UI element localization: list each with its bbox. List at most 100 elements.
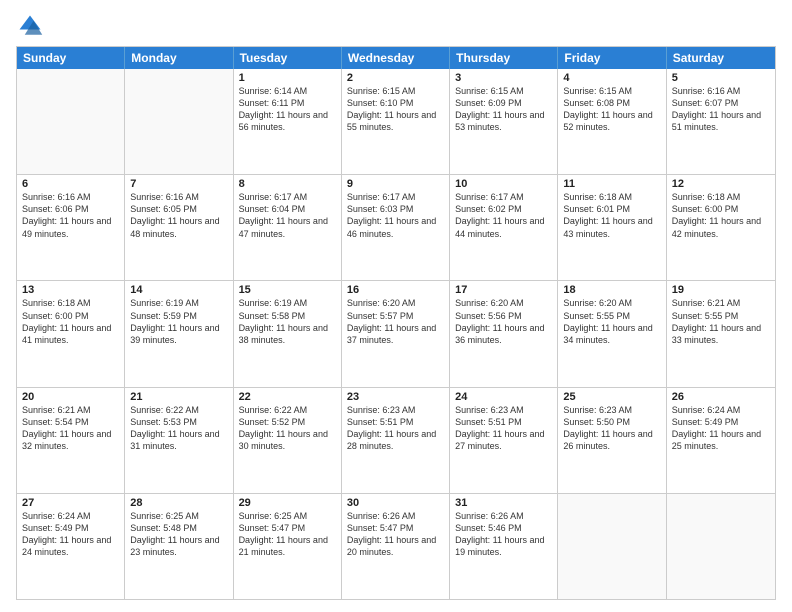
day-number: 26 [672,391,770,403]
cell-info: Sunrise: 6:23 AM Sunset: 5:51 PM Dayligh… [347,404,444,453]
calendar: SundayMondayTuesdayWednesdayThursdayFrid… [16,46,776,600]
cell-info: Sunrise: 6:24 AM Sunset: 5:49 PM Dayligh… [672,404,770,453]
cell-info: Sunrise: 6:25 AM Sunset: 5:48 PM Dayligh… [130,510,227,559]
day-number: 23 [347,391,444,403]
cell-info: Sunrise: 6:16 AM Sunset: 6:05 PM Dayligh… [130,191,227,240]
cell-info: Sunrise: 6:20 AM Sunset: 5:55 PM Dayligh… [563,297,660,346]
day-number: 30 [347,497,444,509]
cal-header-friday: Friday [558,47,666,69]
cal-header-thursday: Thursday [450,47,558,69]
page: SundayMondayTuesdayWednesdayThursdayFrid… [0,0,792,612]
day-number: 15 [239,284,336,296]
cell-info: Sunrise: 6:18 AM Sunset: 6:00 PM Dayligh… [672,191,770,240]
cal-cell: 19Sunrise: 6:21 AM Sunset: 5:55 PM Dayli… [667,281,775,386]
cal-cell: 8Sunrise: 6:17 AM Sunset: 6:04 PM Daylig… [234,175,342,280]
cal-cell: 10Sunrise: 6:17 AM Sunset: 6:02 PM Dayli… [450,175,558,280]
cell-info: Sunrise: 6:22 AM Sunset: 5:52 PM Dayligh… [239,404,336,453]
cell-info: Sunrise: 6:21 AM Sunset: 5:55 PM Dayligh… [672,297,770,346]
cal-cell: 7Sunrise: 6:16 AM Sunset: 6:05 PM Daylig… [125,175,233,280]
day-number: 10 [455,178,552,190]
cal-row-4: 20Sunrise: 6:21 AM Sunset: 5:54 PM Dayli… [17,387,775,493]
cal-cell: 18Sunrise: 6:20 AM Sunset: 5:55 PM Dayli… [558,281,666,386]
cal-header-tuesday: Tuesday [234,47,342,69]
cal-cell: 26Sunrise: 6:24 AM Sunset: 5:49 PM Dayli… [667,388,775,493]
cal-cell: 11Sunrise: 6:18 AM Sunset: 6:01 PM Dayli… [558,175,666,280]
cell-info: Sunrise: 6:26 AM Sunset: 5:46 PM Dayligh… [455,510,552,559]
cell-info: Sunrise: 6:23 AM Sunset: 5:50 PM Dayligh… [563,404,660,453]
day-number: 27 [22,497,119,509]
day-number: 17 [455,284,552,296]
day-number: 9 [347,178,444,190]
cal-cell [17,69,125,174]
day-number: 20 [22,391,119,403]
cell-info: Sunrise: 6:16 AM Sunset: 6:07 PM Dayligh… [672,85,770,134]
cal-cell: 1Sunrise: 6:14 AM Sunset: 6:11 PM Daylig… [234,69,342,174]
cal-row-1: 1Sunrise: 6:14 AM Sunset: 6:11 PM Daylig… [17,69,775,174]
cal-cell: 25Sunrise: 6:23 AM Sunset: 5:50 PM Dayli… [558,388,666,493]
cell-info: Sunrise: 6:22 AM Sunset: 5:53 PM Dayligh… [130,404,227,453]
cell-info: Sunrise: 6:17 AM Sunset: 6:03 PM Dayligh… [347,191,444,240]
cal-cell: 24Sunrise: 6:23 AM Sunset: 5:51 PM Dayli… [450,388,558,493]
day-number: 21 [130,391,227,403]
cal-cell: 27Sunrise: 6:24 AM Sunset: 5:49 PM Dayli… [17,494,125,599]
cal-header-saturday: Saturday [667,47,775,69]
day-number: 2 [347,72,444,84]
day-number: 16 [347,284,444,296]
cal-cell [558,494,666,599]
cal-cell: 22Sunrise: 6:22 AM Sunset: 5:52 PM Dayli… [234,388,342,493]
cal-cell: 23Sunrise: 6:23 AM Sunset: 5:51 PM Dayli… [342,388,450,493]
day-number: 13 [22,284,119,296]
day-number: 22 [239,391,336,403]
logo-icon [16,12,44,40]
cell-info: Sunrise: 6:18 AM Sunset: 6:00 PM Dayligh… [22,297,119,346]
cal-cell [667,494,775,599]
cell-info: Sunrise: 6:21 AM Sunset: 5:54 PM Dayligh… [22,404,119,453]
cal-cell: 29Sunrise: 6:25 AM Sunset: 5:47 PM Dayli… [234,494,342,599]
day-number: 25 [563,391,660,403]
cal-cell: 12Sunrise: 6:18 AM Sunset: 6:00 PM Dayli… [667,175,775,280]
day-number: 29 [239,497,336,509]
day-number: 12 [672,178,770,190]
cell-info: Sunrise: 6:17 AM Sunset: 6:02 PM Dayligh… [455,191,552,240]
day-number: 14 [130,284,227,296]
day-number: 11 [563,178,660,190]
logo [16,12,48,40]
calendar-body: 1Sunrise: 6:14 AM Sunset: 6:11 PM Daylig… [17,69,775,599]
cal-cell: 15Sunrise: 6:19 AM Sunset: 5:58 PM Dayli… [234,281,342,386]
cell-info: Sunrise: 6:15 AM Sunset: 6:08 PM Dayligh… [563,85,660,134]
cell-info: Sunrise: 6:17 AM Sunset: 6:04 PM Dayligh… [239,191,336,240]
cal-cell: 14Sunrise: 6:19 AM Sunset: 5:59 PM Dayli… [125,281,233,386]
cal-cell: 21Sunrise: 6:22 AM Sunset: 5:53 PM Dayli… [125,388,233,493]
cell-info: Sunrise: 6:15 AM Sunset: 6:10 PM Dayligh… [347,85,444,134]
cal-cell: 28Sunrise: 6:25 AM Sunset: 5:48 PM Dayli… [125,494,233,599]
cell-info: Sunrise: 6:23 AM Sunset: 5:51 PM Dayligh… [455,404,552,453]
cal-cell: 30Sunrise: 6:26 AM Sunset: 5:47 PM Dayli… [342,494,450,599]
cell-info: Sunrise: 6:26 AM Sunset: 5:47 PM Dayligh… [347,510,444,559]
day-number: 28 [130,497,227,509]
cal-cell: 6Sunrise: 6:16 AM Sunset: 6:06 PM Daylig… [17,175,125,280]
cal-cell: 2Sunrise: 6:15 AM Sunset: 6:10 PM Daylig… [342,69,450,174]
day-number: 19 [672,284,770,296]
cal-cell: 5Sunrise: 6:16 AM Sunset: 6:07 PM Daylig… [667,69,775,174]
day-number: 1 [239,72,336,84]
cal-cell: 3Sunrise: 6:15 AM Sunset: 6:09 PM Daylig… [450,69,558,174]
cell-info: Sunrise: 6:19 AM Sunset: 5:59 PM Dayligh… [130,297,227,346]
cal-cell: 20Sunrise: 6:21 AM Sunset: 5:54 PM Dayli… [17,388,125,493]
cal-cell: 16Sunrise: 6:20 AM Sunset: 5:57 PM Dayli… [342,281,450,386]
day-number: 4 [563,72,660,84]
cell-info: Sunrise: 6:16 AM Sunset: 6:06 PM Dayligh… [22,191,119,240]
cal-header-monday: Monday [125,47,233,69]
cal-row-3: 13Sunrise: 6:18 AM Sunset: 6:00 PM Dayli… [17,280,775,386]
cal-row-2: 6Sunrise: 6:16 AM Sunset: 6:06 PM Daylig… [17,174,775,280]
day-number: 31 [455,497,552,509]
cal-header-wednesday: Wednesday [342,47,450,69]
cal-cell: 4Sunrise: 6:15 AM Sunset: 6:08 PM Daylig… [558,69,666,174]
cal-header-sunday: Sunday [17,47,125,69]
cell-info: Sunrise: 6:24 AM Sunset: 5:49 PM Dayligh… [22,510,119,559]
day-number: 7 [130,178,227,190]
cell-info: Sunrise: 6:19 AM Sunset: 5:58 PM Dayligh… [239,297,336,346]
cell-info: Sunrise: 6:18 AM Sunset: 6:01 PM Dayligh… [563,191,660,240]
cal-cell: 17Sunrise: 6:20 AM Sunset: 5:56 PM Dayli… [450,281,558,386]
day-number: 5 [672,72,770,84]
day-number: 18 [563,284,660,296]
